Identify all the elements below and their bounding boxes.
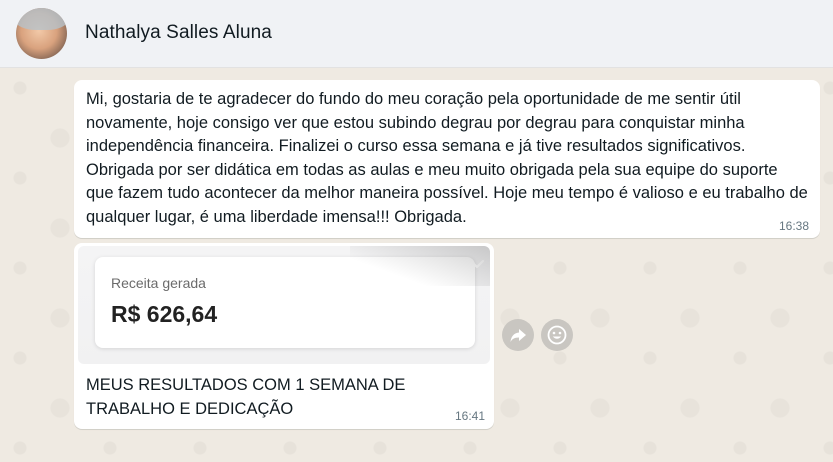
emoji-button[interactable] bbox=[541, 319, 573, 351]
revenue-card: Receita gerada R$ 626,64 bbox=[95, 257, 475, 348]
avatar[interactable] bbox=[16, 8, 67, 59]
revenue-label: Receita gerada bbox=[111, 275, 206, 291]
forward-button[interactable] bbox=[502, 319, 534, 351]
chevron-down-icon[interactable] bbox=[467, 254, 487, 274]
message-time: 16:38 bbox=[778, 219, 809, 233]
emoji-icon bbox=[547, 325, 567, 345]
avatar-photo bbox=[16, 8, 67, 30]
chat-header: Nathalya Salles Aluna bbox=[0, 0, 833, 68]
forward-icon bbox=[510, 329, 526, 342]
message-time: 16:41 bbox=[454, 409, 485, 423]
image-caption: MEUS RESULTADOS COM 1 SEMANA DE TRABALHO… bbox=[86, 376, 406, 418]
image-preview[interactable]: Receita gerada R$ 626,64 bbox=[78, 246, 490, 364]
message-text: Mi, gostaria de te agradecer do fundo do… bbox=[86, 90, 808, 226]
image-message-bubble[interactable]: Receita gerada R$ 626,64 MEUS RESULTADOS… bbox=[74, 243, 494, 429]
revenue-value: R$ 626,64 bbox=[111, 301, 218, 327]
message-bubble[interactable]: Mi, gostaria de te agradecer do fundo do… bbox=[74, 80, 820, 238]
contact-name[interactable]: Nathalya Salles Aluna bbox=[85, 22, 272, 44]
